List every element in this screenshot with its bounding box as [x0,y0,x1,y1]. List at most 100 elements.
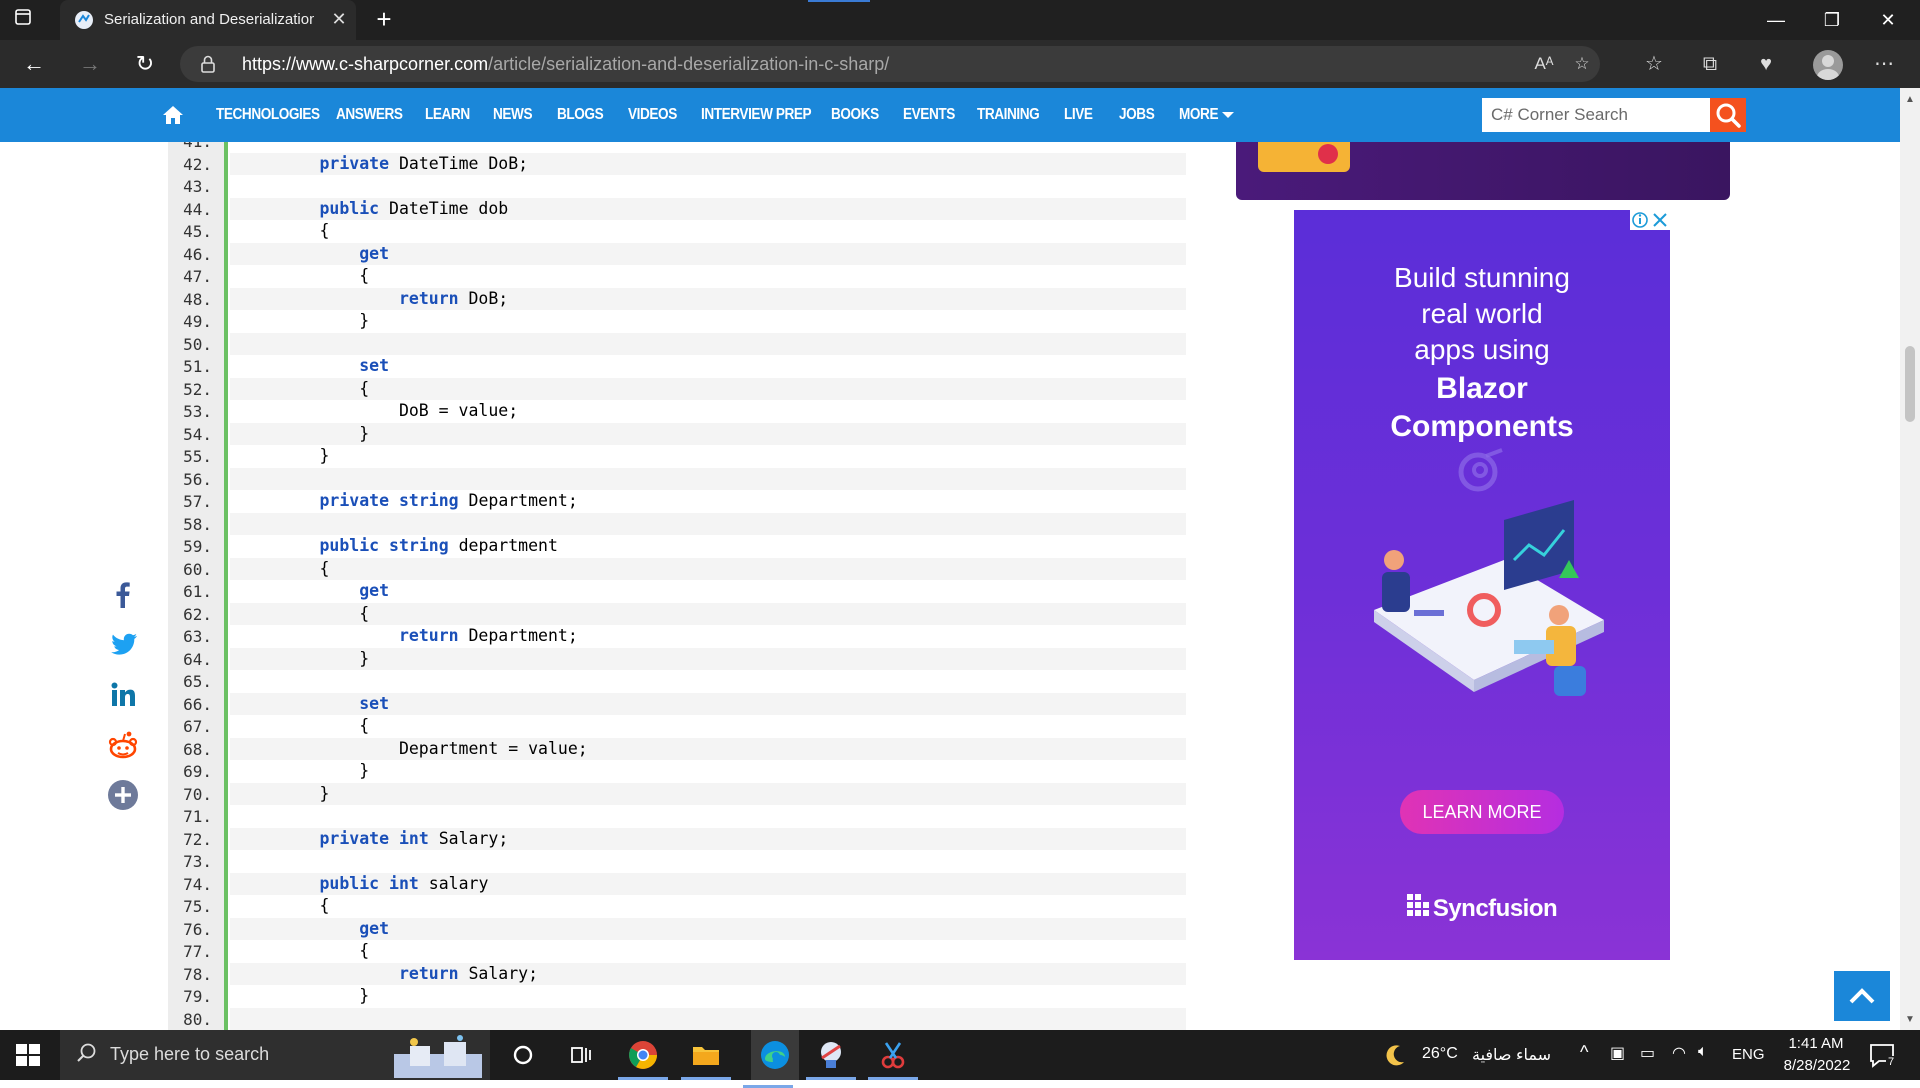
windows-taskbar: Type here to search 26°C سماء صافية ^ ▣ … [0,1030,1920,1088]
nav-videos[interactable]: VIDEOS [628,106,677,124]
wifi-icon[interactable]: ◠ [1672,1043,1686,1063]
nav-events[interactable]: EVENTS [903,106,955,124]
code-line: 62. { [168,602,1186,625]
chrome-icon[interactable] [618,1038,668,1080]
twitter-icon[interactable] [104,625,142,663]
weather-text[interactable]: سماء صافية [1472,1045,1551,1065]
settings-more-icon[interactable]: ⋯ [1868,50,1900,78]
read-aloud-icon[interactable]: Aᴬ [1530,54,1558,74]
site-search-input[interactable] [1482,98,1710,132]
code-keyword: public [319,536,380,555]
code-keyword: get [359,918,390,938]
address-field[interactable]: https://www.c-sharpcorner.com/article/se… [180,46,1600,82]
home-icon[interactable] [162,105,184,125]
new-tab-button[interactable]: + [368,4,400,36]
favorites-icon[interactable]: ☆ [1638,50,1670,78]
code-text: } [230,422,1186,445]
refresh-icon[interactable]: ↻ [127,48,163,80]
code-keyword: return [398,626,459,645]
code-text: { [240,716,370,735]
nav-news[interactable]: NEWS [493,106,533,124]
scroll-down-icon[interactable]: ▼ [1905,1014,1915,1025]
clock-date[interactable]: 8/28/2022 [1775,1057,1859,1074]
code-line: 57. private string Department; [168,490,1186,513]
restore-icon[interactable]: ❐ [1812,6,1852,34]
line-number: 75. [183,897,212,916]
cortana-icon[interactable] [506,1038,540,1072]
tab-close-icon[interactable]: ✕ [328,8,350,30]
app-paint-icon[interactable] [806,1038,856,1080]
scrollbar-thumb[interactable] [1905,346,1915,422]
code-line: 64. } [168,647,1186,670]
file-explorer-icon[interactable] [681,1038,731,1080]
nav-technologies[interactable]: TECHNOLOGIES [216,106,320,124]
nav-interview-prep[interactable]: INTERVIEW PREP [701,106,812,124]
clock-time[interactable]: 1:41 AM [1786,1035,1846,1052]
page-content: 41.42. private DateTime DoB;43.44. publi… [0,142,1900,1030]
language-indicator[interactable]: ENG [1732,1046,1765,1063]
syncfusion-grid-icon [1406,894,1431,925]
tab-actions-icon[interactable] [14,8,46,32]
nav-jobs[interactable]: JOBS [1119,106,1155,124]
nav-training[interactable]: TRAINING [977,106,1040,124]
nav-live[interactable]: LIVE [1064,106,1093,124]
learn-more-button[interactable]: LEARN MORE [1400,790,1564,834]
scroll-to-top-button[interactable] [1834,971,1890,1021]
scroll-up-icon[interactable]: ▲ [1905,94,1915,105]
reddit-icon[interactable] [104,727,142,765]
code-text: { [230,557,1186,580]
task-view-icon[interactable] [563,1038,597,1072]
tray-chevron-up-icon[interactable]: ^ [1580,1042,1588,1063]
line-number: 67. [183,717,212,736]
code-text: } [230,647,1186,670]
code-text: { [240,941,370,960]
app-snip-icon[interactable] [868,1038,918,1080]
page-scrollbar[interactable]: ▲ ▼ [1900,88,1920,1030]
nav-answers[interactable]: ANSWERS [336,106,403,124]
code-line: 71. [168,805,1186,828]
nav-books[interactable]: BOOKS [831,106,879,124]
profile-avatar[interactable] [1813,50,1843,80]
code-text: return DoB; [230,287,1186,310]
edge-icon[interactable] [743,1030,799,1088]
code-keyword: get [359,243,390,263]
top-banner-ad[interactable] [1236,142,1730,200]
code-keyword: set [359,693,390,713]
facebook-icon[interactable] [104,576,142,614]
line-number: 74. [183,874,212,894]
ad-headline: Build stunning real world apps using [1294,260,1670,368]
minimize-icon[interactable]: — [1756,6,1796,34]
volume-icon[interactable]: 🔈︎ [1698,1043,1708,1061]
close-window-icon[interactable]: ✕ [1868,6,1908,34]
syncfusion-ad[interactable]: Build stunning real world apps using Bla… [1294,210,1670,960]
nav-more[interactable]: MORE [1179,106,1219,124]
code-keyword: int [398,828,429,848]
ad-choices-icon[interactable] [1630,210,1670,230]
site-search-button[interactable] [1710,98,1746,132]
windows-start-icon[interactable] [16,1044,40,1066]
browser-essentials-icon[interactable]: ♥ [1750,50,1782,78]
browser-tab-active[interactable]: Serialization and Deserialization ✕ [60,0,356,40]
forward-icon[interactable]: → [72,48,108,80]
weather-temp[interactable]: 26°C [1422,1045,1458,1063]
code-text: DoB = value; [240,401,519,420]
line-number: 54. [183,424,212,444]
add-favorite-icon[interactable]: ☆ [1568,54,1596,74]
ad-headline-line: apps using [1414,334,1550,365]
nav-learn[interactable]: LEARN [425,106,470,124]
site-search-box [1482,98,1710,132]
battery-icon[interactable]: ▭ [1640,1043,1655,1063]
code-text: private int Salary; [230,827,1186,850]
collections-icon[interactable]: ⧉ [1694,50,1726,78]
back-icon[interactable]: ← [16,48,52,80]
code-line: 41. [168,142,1186,153]
code-text [230,332,1186,355]
linkedin-icon[interactable] [104,676,142,714]
nav-blogs[interactable]: BLOGS [557,106,604,124]
taskbar-search[interactable]: Type here to search [60,1030,490,1080]
code-text: { [230,377,1186,400]
ad-product-line: Blazor [1436,372,1528,405]
more-share-icon[interactable] [104,776,142,814]
code-line: 80. [168,1007,1186,1030]
meet-now-icon[interactable]: ▣ [1610,1043,1625,1063]
